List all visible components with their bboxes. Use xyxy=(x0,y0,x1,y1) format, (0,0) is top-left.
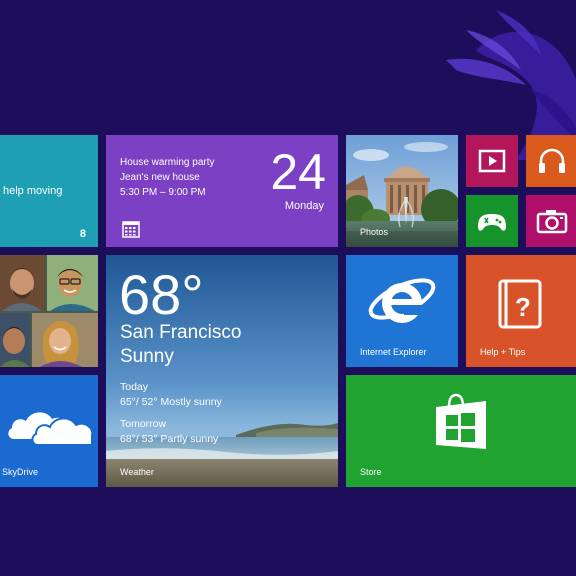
photos-label: Photos xyxy=(360,227,389,237)
weather-condition: Sunny xyxy=(120,346,174,367)
calendar-tile[interactable]: House warming party Jean's new house 5:3… xyxy=(106,135,338,247)
forecast-today-value: 65°/ 52° Mostly sunny xyxy=(120,396,222,408)
event-title: House warming party xyxy=(120,157,215,168)
photos-tile[interactable]: Photos xyxy=(346,135,458,247)
calendar-icon xyxy=(122,221,140,238)
forecast-tomorrow-value: 68°/ 53° Partly sunny xyxy=(120,433,219,445)
forecast-today-label: Today xyxy=(120,381,149,393)
video-play-icon xyxy=(478,149,506,173)
help-tips-label: Help + Tips xyxy=(480,347,526,357)
skydrive-tile[interactable]: SkyDrive xyxy=(0,375,98,487)
internet-explorer-label: Internet Explorer xyxy=(360,347,427,357)
video-tile[interactable] xyxy=(466,135,518,187)
mail-subject: help moving xyxy=(3,185,63,197)
weather-city: San Francisco xyxy=(120,322,242,343)
weather-tile[interactable]: 68° San Francisco Sunny Today 65°/ 52° M… xyxy=(106,255,338,487)
event-location: Jean's new house xyxy=(120,172,200,183)
skydrive-label: SkyDrive xyxy=(2,467,39,477)
music-tile[interactable] xyxy=(526,135,576,187)
games-tile[interactable] xyxy=(466,195,518,247)
weather-temperature: 68° xyxy=(119,263,204,326)
store-tile[interactable]: Store xyxy=(346,375,576,487)
weather-label: Weather xyxy=(120,467,154,477)
xbox-controller-icon xyxy=(478,214,506,231)
event-time: 5:30 PM – 9:00 PM xyxy=(120,187,206,198)
headphones-icon xyxy=(539,148,565,173)
mail-unread-count: 8 xyxy=(79,228,86,240)
calendar-day-number: 24 xyxy=(270,144,326,200)
mail-tile[interactable]: help moving 8 xyxy=(0,135,98,247)
svg-text:?: ? xyxy=(515,292,531,322)
internet-explorer-tile[interactable]: Internet Explorer xyxy=(346,255,458,367)
camera-tile[interactable] xyxy=(526,195,576,247)
calendar-event: House warming party Jean's new house 5:3… xyxy=(120,155,214,200)
people-tile[interactable] xyxy=(0,255,98,367)
forecast-tomorrow-label: Tomorrow xyxy=(120,418,167,430)
calendar-day-name: Monday xyxy=(284,200,324,212)
camera-icon xyxy=(536,210,568,234)
start-screen: help moving 8 House warming party Jean's… xyxy=(0,0,576,576)
help-tips-tile[interactable]: ? Help + Tips xyxy=(466,255,576,367)
people-photos xyxy=(0,255,98,367)
store-label: Store xyxy=(360,467,382,477)
